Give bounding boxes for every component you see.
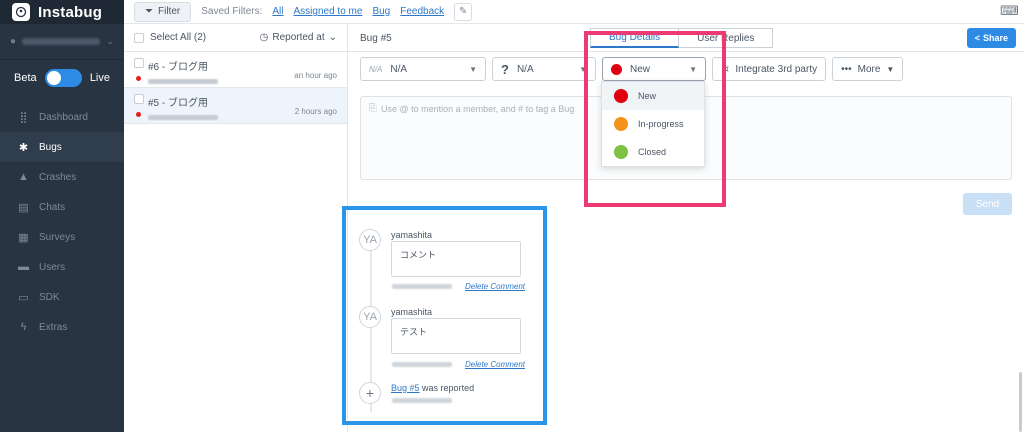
edit-filters-button[interactable]: ✎ [454, 2, 473, 21]
filter-label: Filter [158, 6, 181, 17]
row-email-blurred [148, 79, 218, 84]
environment-switch: Beta Live [0, 60, 124, 96]
sort-label: Reported at [272, 32, 325, 43]
sidebar-item-surveys[interactable]: ▦ Surveys [0, 222, 124, 252]
sidebar-item-dashboard[interactable]: ⣿ Dashboard [0, 102, 124, 132]
chevron-down-icon: ⌄ [106, 36, 114, 46]
sidebar: Instabug ● busmobile ⌄ Beta Live ⣿ Dashbo… [0, 0, 124, 432]
row-checkbox[interactable] [134, 58, 144, 68]
ellipsis-icon: ••• [841, 63, 852, 75]
select-all-checkbox[interactable] [134, 32, 144, 43]
saved-filter-all[interactable]: All [272, 6, 283, 17]
list-item[interactable]: #6 - ブログ用 an hour ago [124, 52, 347, 88]
saved-filter-assigned[interactable]: Assigned to me [294, 6, 363, 17]
assignee-select[interactable]: N/A N/A ▼ [360, 57, 486, 81]
caret-down-icon: ▼ [886, 64, 895, 74]
share-label: Share [982, 33, 1008, 43]
assignee-icon: N/A [369, 64, 383, 74]
sidebar-item-label: Bugs [39, 141, 62, 153]
apple-icon: ● [10, 36, 17, 47]
sidebar-item-label: Surveys [39, 231, 76, 243]
survey-icon: ▦ [18, 231, 29, 244]
toggle-knob [46, 71, 61, 85]
users-icon: ▬ [18, 261, 29, 273]
env-toggle[interactable] [44, 69, 82, 87]
sidebar-item-crashes[interactable]: ▲ Crashes [0, 162, 124, 192]
row-time: an hour ago [294, 71, 337, 80]
select-all-label: Select All (2) [150, 32, 207, 43]
row-time: 2 hours ago [294, 107, 337, 116]
row-checkbox[interactable] [134, 94, 144, 104]
highlight-frame-blue [342, 206, 547, 425]
priority-value: N/A [516, 63, 534, 75]
sidebar-item-sdk[interactable]: ▭ SDK [0, 282, 124, 312]
integrate-button[interactable]: ⋖ Integrate 3rd party [712, 57, 827, 81]
more-label: More [857, 63, 881, 75]
filter-icon: ⏷ [145, 6, 153, 17]
sidebar-item-label: Chats [39, 201, 66, 213]
beta-label: Beta [14, 72, 37, 84]
question-icon: ? [501, 61, 509, 77]
attachment-icon[interactable]: ⎘ [369, 103, 377, 114]
bug-list: Select All (2) ◷ Reported at ⌄ #6 - ブログ用… [124, 24, 348, 432]
sort-dropdown[interactable]: ◷ Reported at ⌄ [260, 32, 337, 43]
app-selector-value: busmobile [22, 38, 101, 45]
status-dot [136, 76, 141, 81]
app-selector[interactable]: ● busmobile ⌄ [0, 24, 124, 60]
chevron-down-icon: ⌄ [328, 32, 337, 43]
sidebar-item-extras[interactable]: ϟ Extras [0, 312, 124, 342]
filter-button[interactable]: ⏷ Filter [134, 1, 192, 22]
priority-select[interactable]: ? N/A ▼ [492, 57, 596, 81]
saved-filters-label: Saved Filters: [201, 6, 263, 17]
saved-filter-bug[interactable]: Bug [372, 6, 390, 17]
share-icon: < [974, 33, 980, 43]
integrate-label: Integrate 3rd party [735, 63, 818, 75]
dashboard-icon: ⣿ [19, 111, 28, 124]
clock-icon: ◷ [259, 32, 269, 43]
scrollbar[interactable] [1019, 372, 1022, 432]
live-label: Live [89, 72, 110, 84]
sidebar-item-label: Users [39, 261, 66, 273]
list-item[interactable]: #5 - ブログ用 2 hours ago [124, 88, 347, 124]
row-email-blurred [148, 115, 218, 120]
sidebar-item-chats[interactable]: ▤ Chats [0, 192, 124, 222]
sidebar-item-label: SDK [39, 291, 60, 303]
sidebar-item-label: Crashes [39, 171, 77, 183]
assignee-value: N/A [390, 63, 408, 75]
comment-placeholder: Use @ to mention a member, and # to tag … [381, 104, 575, 114]
status-dot [136, 112, 141, 117]
highlight-frame-pink [584, 31, 726, 207]
sdk-icon: ▭ [18, 291, 29, 304]
top-toolbar: ⏷ Filter Saved Filters: All Assigned to … [124, 0, 1024, 24]
sidebar-item-label: Dashboard [39, 111, 88, 123]
instabug-logo-icon [12, 3, 30, 21]
brand[interactable]: Instabug [0, 0, 124, 24]
bug-title: Bug #5 [360, 33, 392, 44]
warning-icon: ▲ [18, 171, 29, 183]
pencil-icon: ✎ [458, 6, 468, 17]
caret-down-icon: ▼ [469, 64, 477, 74]
brand-name: Instabug [38, 3, 103, 21]
share-button[interactable]: < Share [966, 28, 1016, 48]
saved-filter-feedback[interactable]: Feedback [400, 6, 444, 17]
more-button[interactable]: ••• More ▼ [832, 57, 904, 81]
list-header: Select All (2) ◷ Reported at ⌄ [124, 24, 347, 52]
send-button[interactable]: Send [963, 193, 1012, 215]
sidebar-item-bugs[interactable]: ✱ Bugs [0, 132, 124, 162]
chat-icon: ▤ [18, 201, 29, 214]
bug-icon: ✱ [18, 141, 29, 154]
sidebar-item-label: Extras [39, 321, 68, 333]
keyboard-icon[interactable]: ⌨ [1000, 3, 1019, 18]
bolt-icon: ϟ [20, 321, 27, 333]
sidebar-item-users[interactable]: ▬ Users [0, 252, 124, 282]
